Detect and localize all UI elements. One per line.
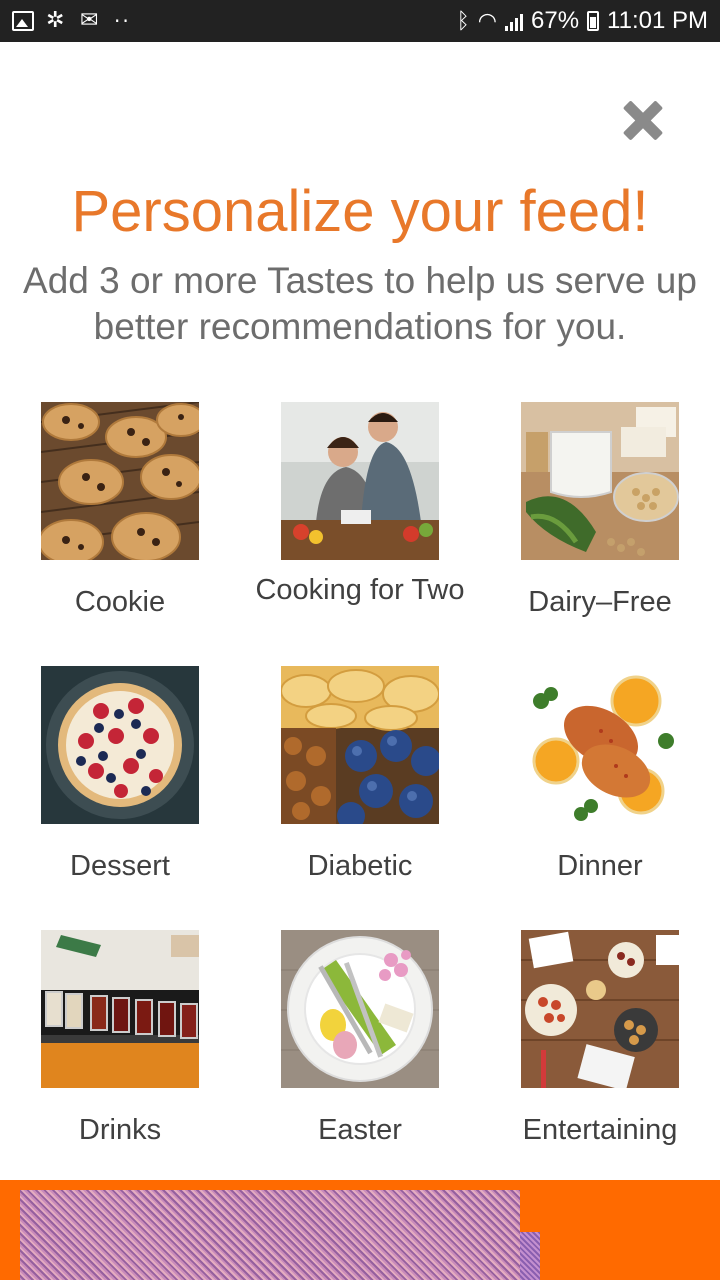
easter-image — [281, 930, 439, 1088]
diabetic-image — [281, 666, 439, 824]
redacted-area-edge — [520, 1232, 540, 1280]
cookie-image — [41, 402, 199, 560]
status-left-icons: ✲ ✉ ·· — [12, 8, 131, 33]
taste-tile-dinner[interactable]: Dinner — [480, 666, 720, 916]
dinner-image — [521, 666, 679, 824]
redacted-area — [20, 1190, 520, 1280]
battery-icon — [587, 11, 600, 31]
status-bar: ✲ ✉ ·· ᛒ ◠ 67% 11:01 PM — [0, 0, 720, 42]
clock: 11:01 PM — [607, 7, 708, 34]
taste-tile-dessert[interactable]: Dessert — [0, 666, 240, 916]
taste-tile-cooking-for-two[interactable]: Cooking for Two — [240, 402, 480, 652]
taste-label: Dessert — [70, 850, 170, 882]
close-icon[interactable] — [618, 96, 668, 146]
taste-label: Cooking for Two — [255, 574, 465, 606]
signal-icon — [505, 11, 523, 31]
taste-tile-cookie[interactable]: Cookie — [0, 402, 240, 652]
taste-label: Dairy–Free — [528, 586, 672, 618]
cooking-for-two-image — [281, 402, 439, 560]
dairy-free-image — [521, 402, 679, 560]
mail-icon: ✉ — [80, 8, 99, 33]
wifi-icon: ◠ — [477, 8, 497, 33]
taste-tile-dairy-free[interactable]: Dairy–Free — [480, 402, 720, 652]
page-subtitle: Add 3 or more Tastes to help us serve up… — [23, 260, 697, 347]
taste-label: Entertaining — [522, 1114, 678, 1146]
taste-label: Easter — [318, 1114, 402, 1146]
image-icon — [12, 11, 34, 31]
taste-label: Cookie — [74, 586, 166, 618]
taste-label: Diabetic — [307, 850, 413, 882]
bluetooth-icon: ᛒ — [456, 8, 470, 33]
dessert-image — [41, 666, 199, 824]
battery-percent: 67% — [531, 7, 580, 34]
drinks-image — [41, 930, 199, 1088]
taste-label: Drinks — [78, 1114, 162, 1146]
entertaining-image — [521, 930, 679, 1088]
status-right-icons: ᛒ ◠ 67% 11:01 PM — [457, 7, 708, 35]
taste-tile-easter[interactable]: Easter — [240, 930, 480, 1180]
fan-icon: ✲ — [46, 8, 65, 33]
more-dots-icon: ·· — [114, 9, 131, 33]
taste-tile-diabetic[interactable]: Diabetic — [240, 666, 480, 916]
taste-label: Dinner — [557, 850, 643, 882]
continue-bar[interactable] — [0, 1180, 720, 1280]
taste-tile-drinks[interactable]: Drinks — [0, 930, 240, 1180]
taste-tile-entertaining[interactable]: Entertaining — [480, 930, 720, 1180]
page-title: Personalize your feed! — [71, 179, 649, 244]
